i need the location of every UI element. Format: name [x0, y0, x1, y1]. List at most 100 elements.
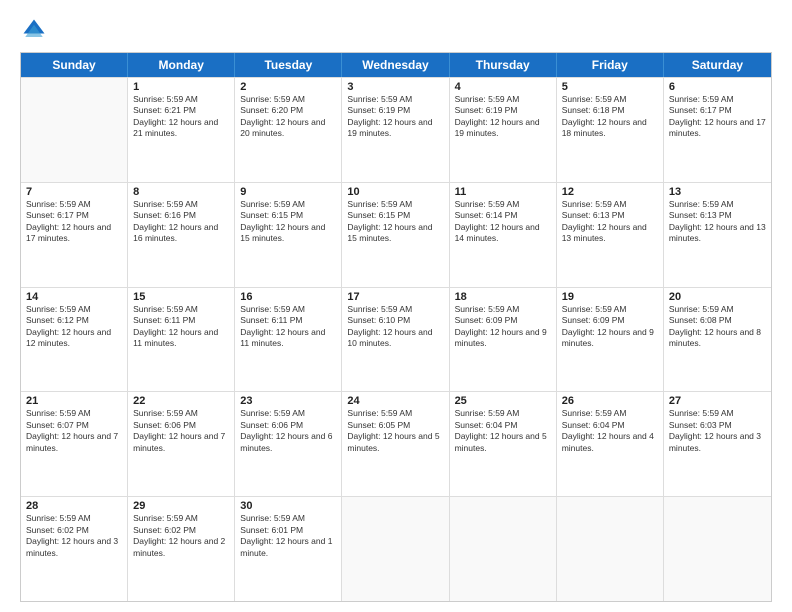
day-number: 4	[455, 81, 551, 93]
sunrise-text: Sunrise: 5:59 AM	[133, 199, 229, 210]
daylight-text: Daylight: 12 hours and 3 minutes.	[669, 431, 766, 454]
day-number: 30	[240, 500, 336, 512]
header-day-tuesday: Tuesday	[235, 53, 342, 77]
sunset-text: Sunset: 6:14 PM	[455, 210, 551, 221]
daylight-text: Daylight: 12 hours and 8 minutes.	[669, 327, 766, 350]
sunrise-text: Sunrise: 5:59 AM	[669, 408, 766, 419]
day-cell-30: 30 Sunrise: 5:59 AM Sunset: 6:01 PM Dayl…	[235, 497, 342, 601]
daylight-text: Daylight: 12 hours and 10 minutes.	[347, 327, 443, 350]
day-number: 22	[133, 395, 229, 407]
sunrise-text: Sunrise: 5:59 AM	[240, 304, 336, 315]
day-cell-25: 25 Sunrise: 5:59 AM Sunset: 6:04 PM Dayl…	[450, 392, 557, 496]
calendar-body: 1 Sunrise: 5:59 AM Sunset: 6:21 PM Dayli…	[21, 77, 771, 601]
empty-cell	[557, 497, 664, 601]
day-number: 23	[240, 395, 336, 407]
day-cell-7: 7 Sunrise: 5:59 AM Sunset: 6:17 PM Dayli…	[21, 183, 128, 287]
sunrise-text: Sunrise: 5:59 AM	[240, 94, 336, 105]
sunrise-text: Sunrise: 5:59 AM	[562, 94, 658, 105]
day-cell-29: 29 Sunrise: 5:59 AM Sunset: 6:02 PM Dayl…	[128, 497, 235, 601]
sunset-text: Sunset: 6:02 PM	[133, 525, 229, 536]
day-number: 11	[455, 186, 551, 198]
sunrise-text: Sunrise: 5:59 AM	[562, 408, 658, 419]
sunrise-text: Sunrise: 5:59 AM	[26, 408, 122, 419]
day-cell-21: 21 Sunrise: 5:59 AM Sunset: 6:07 PM Dayl…	[21, 392, 128, 496]
sunrise-text: Sunrise: 5:59 AM	[455, 304, 551, 315]
sunset-text: Sunset: 6:10 PM	[347, 315, 443, 326]
sunrise-text: Sunrise: 5:59 AM	[455, 199, 551, 210]
day-cell-23: 23 Sunrise: 5:59 AM Sunset: 6:06 PM Dayl…	[235, 392, 342, 496]
header-day-wednesday: Wednesday	[342, 53, 449, 77]
empty-cell	[21, 78, 128, 182]
day-cell-14: 14 Sunrise: 5:59 AM Sunset: 6:12 PM Dayl…	[21, 288, 128, 392]
sunset-text: Sunset: 6:09 PM	[562, 315, 658, 326]
logo-icon	[20, 16, 48, 44]
sunset-text: Sunset: 6:13 PM	[669, 210, 766, 221]
daylight-text: Daylight: 12 hours and 18 minutes.	[562, 117, 658, 140]
header-day-sunday: Sunday	[21, 53, 128, 77]
daylight-text: Daylight: 12 hours and 5 minutes.	[455, 431, 551, 454]
day-cell-24: 24 Sunrise: 5:59 AM Sunset: 6:05 PM Dayl…	[342, 392, 449, 496]
daylight-text: Daylight: 12 hours and 17 minutes.	[669, 117, 766, 140]
daylight-text: Daylight: 12 hours and 5 minutes.	[347, 431, 443, 454]
day-cell-18: 18 Sunrise: 5:59 AM Sunset: 6:09 PM Dayl…	[450, 288, 557, 392]
day-number: 7	[26, 186, 122, 198]
sunrise-text: Sunrise: 5:59 AM	[26, 304, 122, 315]
day-cell-3: 3 Sunrise: 5:59 AM Sunset: 6:19 PM Dayli…	[342, 78, 449, 182]
day-cell-8: 8 Sunrise: 5:59 AM Sunset: 6:16 PM Dayli…	[128, 183, 235, 287]
header-day-thursday: Thursday	[450, 53, 557, 77]
day-number: 15	[133, 291, 229, 303]
empty-cell	[450, 497, 557, 601]
day-number: 27	[669, 395, 766, 407]
sunset-text: Sunset: 6:15 PM	[347, 210, 443, 221]
day-number: 1	[133, 81, 229, 93]
sunrise-text: Sunrise: 5:59 AM	[133, 408, 229, 419]
day-number: 29	[133, 500, 229, 512]
sunset-text: Sunset: 6:16 PM	[133, 210, 229, 221]
day-number: 19	[562, 291, 658, 303]
day-cell-13: 13 Sunrise: 5:59 AM Sunset: 6:13 PM Dayl…	[664, 183, 771, 287]
daylight-text: Daylight: 12 hours and 20 minutes.	[240, 117, 336, 140]
header	[20, 16, 772, 44]
sunrise-text: Sunrise: 5:59 AM	[133, 94, 229, 105]
day-cell-9: 9 Sunrise: 5:59 AM Sunset: 6:15 PM Dayli…	[235, 183, 342, 287]
daylight-text: Daylight: 12 hours and 6 minutes.	[240, 431, 336, 454]
day-cell-4: 4 Sunrise: 5:59 AM Sunset: 6:19 PM Dayli…	[450, 78, 557, 182]
day-cell-17: 17 Sunrise: 5:59 AM Sunset: 6:10 PM Dayl…	[342, 288, 449, 392]
day-number: 16	[240, 291, 336, 303]
sunset-text: Sunset: 6:15 PM	[240, 210, 336, 221]
header-day-monday: Monday	[128, 53, 235, 77]
sunrise-text: Sunrise: 5:59 AM	[26, 513, 122, 524]
daylight-text: Daylight: 12 hours and 12 minutes.	[26, 327, 122, 350]
sunset-text: Sunset: 6:08 PM	[669, 315, 766, 326]
calendar-row-0: 1 Sunrise: 5:59 AM Sunset: 6:21 PM Dayli…	[21, 77, 771, 182]
day-cell-16: 16 Sunrise: 5:59 AM Sunset: 6:11 PM Dayl…	[235, 288, 342, 392]
sunset-text: Sunset: 6:11 PM	[240, 315, 336, 326]
logo	[20, 16, 52, 44]
day-cell-15: 15 Sunrise: 5:59 AM Sunset: 6:11 PM Dayl…	[128, 288, 235, 392]
sunset-text: Sunset: 6:12 PM	[26, 315, 122, 326]
sunset-text: Sunset: 6:17 PM	[669, 105, 766, 116]
sunrise-text: Sunrise: 5:59 AM	[669, 94, 766, 105]
calendar-header: SundayMondayTuesdayWednesdayThursdayFrid…	[21, 53, 771, 77]
day-number: 26	[562, 395, 658, 407]
daylight-text: Daylight: 12 hours and 14 minutes.	[455, 222, 551, 245]
daylight-text: Daylight: 12 hours and 13 minutes.	[562, 222, 658, 245]
sunrise-text: Sunrise: 5:59 AM	[455, 408, 551, 419]
sunrise-text: Sunrise: 5:59 AM	[133, 513, 229, 524]
day-number: 21	[26, 395, 122, 407]
header-day-saturday: Saturday	[664, 53, 771, 77]
sunrise-text: Sunrise: 5:59 AM	[669, 199, 766, 210]
day-number: 8	[133, 186, 229, 198]
day-number: 9	[240, 186, 336, 198]
day-cell-5: 5 Sunrise: 5:59 AM Sunset: 6:18 PM Dayli…	[557, 78, 664, 182]
sunset-text: Sunset: 6:04 PM	[562, 420, 658, 431]
daylight-text: Daylight: 12 hours and 7 minutes.	[133, 431, 229, 454]
day-cell-27: 27 Sunrise: 5:59 AM Sunset: 6:03 PM Dayl…	[664, 392, 771, 496]
calendar-row-3: 21 Sunrise: 5:59 AM Sunset: 6:07 PM Dayl…	[21, 391, 771, 496]
daylight-text: Daylight: 12 hours and 9 minutes.	[562, 327, 658, 350]
day-number: 10	[347, 186, 443, 198]
day-cell-19: 19 Sunrise: 5:59 AM Sunset: 6:09 PM Dayl…	[557, 288, 664, 392]
sunset-text: Sunset: 6:07 PM	[26, 420, 122, 431]
day-cell-26: 26 Sunrise: 5:59 AM Sunset: 6:04 PM Dayl…	[557, 392, 664, 496]
sunset-text: Sunset: 6:19 PM	[347, 105, 443, 116]
